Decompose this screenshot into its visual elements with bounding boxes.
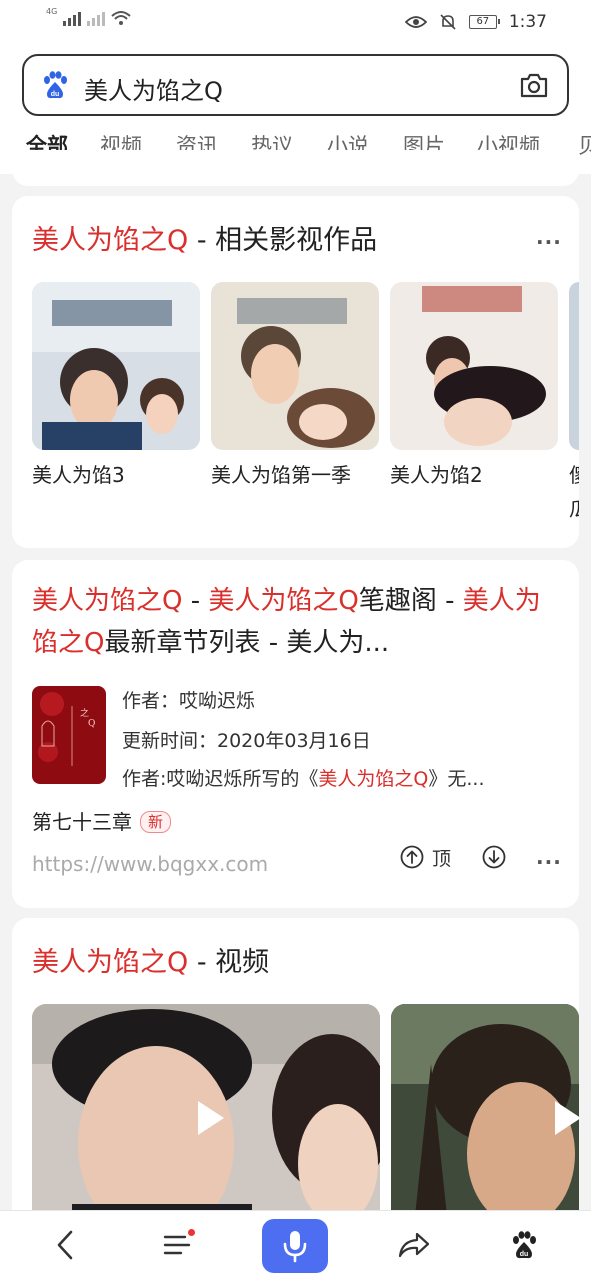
previous-result-card bbox=[12, 150, 579, 186]
title-text: - bbox=[182, 586, 209, 616]
network-type-label: 4G bbox=[46, 7, 58, 16]
film-poster-image bbox=[32, 282, 200, 450]
svg-text:Q: Q bbox=[88, 719, 95, 729]
back-icon bbox=[57, 1230, 73, 1260]
book-description: 作者:哎呦迟烁所写的《美人为馅之Q》无... bbox=[122, 764, 485, 791]
film-poster-image bbox=[211, 282, 379, 450]
battery-icon: 67 bbox=[468, 15, 500, 29]
search-engine-logo-icon[interactable]: du bbox=[40, 70, 70, 100]
film-poster-1[interactable] bbox=[32, 282, 200, 450]
film-poster-2[interactable] bbox=[211, 282, 379, 450]
book-updated-time: 更新时间：2020年03月16日 bbox=[122, 730, 371, 752]
film-poster-3[interactable] bbox=[390, 282, 558, 450]
new-badge: 新 bbox=[140, 811, 172, 833]
thumbs-up-icon bbox=[400, 845, 424, 869]
book-result-card: 美人为馅之Q - 美人为馅之Q笔趣阁 - 美人为馅之Q最新章节列表 - 美人为.… bbox=[12, 560, 579, 908]
share-button[interactable] bbox=[392, 1223, 436, 1267]
film-name[interactable]: 美人为馅2 bbox=[390, 458, 540, 492]
desc-highlight: 美人为馅之Q bbox=[318, 768, 429, 790]
more-icon[interactable]: ··· bbox=[536, 230, 562, 254]
chapter-label: 第七十三章 bbox=[32, 810, 132, 834]
upvote-button[interactable]: 顶 bbox=[400, 842, 451, 872]
svg-text:du: du bbox=[520, 1251, 529, 1258]
paw-icon: du bbox=[513, 1231, 536, 1259]
film-name[interactable]: 美人为馅第一季 bbox=[211, 458, 361, 492]
wifi-icon bbox=[111, 11, 131, 25]
clock: 1:37 bbox=[508, 12, 547, 32]
camera-icon[interactable] bbox=[519, 71, 549, 99]
video-title-highlight: 美人为馅之Q bbox=[32, 947, 189, 978]
title-highlight: 美人为馅之Q bbox=[208, 586, 359, 616]
search-box[interactable]: du 美人为馅之Q bbox=[22, 54, 569, 116]
desc-text: 作者:哎呦迟烁所写的《 bbox=[122, 768, 319, 790]
more-icon[interactable]: ··· bbox=[536, 850, 562, 874]
notification-dot bbox=[188, 1229, 195, 1236]
film-poster-4[interactable] bbox=[569, 282, 579, 450]
downvote-button[interactable] bbox=[482, 842, 506, 872]
share-icon bbox=[398, 1232, 430, 1258]
title-text: 最新章节列表 - 美人为... bbox=[104, 628, 390, 658]
menu-button[interactable] bbox=[155, 1223, 199, 1267]
bottom-navigation: du bbox=[0, 1210, 591, 1280]
svg-text:du: du bbox=[51, 91, 60, 98]
status-right: 67 1:37 bbox=[404, 12, 547, 32]
desc-text: 》无... bbox=[428, 768, 485, 790]
cell-signal-2-icon bbox=[87, 10, 106, 26]
book-result-title[interactable]: 美人为馅之Q - 美人为馅之Q笔趣阁 - 美人为馅之Q最新章节列表 - 美人为.… bbox=[32, 580, 562, 664]
films-card-title[interactable]: 美人为馅之Q - 相关影视作品 bbox=[32, 218, 377, 257]
film-poster-image bbox=[569, 282, 579, 450]
film-poster-image bbox=[390, 282, 558, 450]
film-name[interactable]: 傻瓜 bbox=[569, 458, 579, 526]
menu-icon bbox=[163, 1235, 191, 1255]
films-title-rest: - 相关影视作品 bbox=[188, 225, 378, 256]
book-author: 作者：哎呦迟烁 bbox=[122, 690, 256, 712]
mute-bell-icon bbox=[440, 14, 456, 30]
signal-indicators: 4G bbox=[46, 7, 131, 26]
films-title-highlight: 美人为馅之Q bbox=[32, 225, 189, 256]
voice-search-button[interactable] bbox=[262, 1219, 328, 1273]
title-highlight: 美人为馅之Q bbox=[32, 586, 183, 616]
back-button[interactable] bbox=[44, 1223, 88, 1267]
video-title-rest: - 视频 bbox=[188, 947, 270, 978]
svg-text:之: 之 bbox=[80, 707, 89, 719]
video-result-card: 美人为馅之Q - 视频 bbox=[12, 918, 579, 1248]
search-input[interactable]: 美人为馅之Q bbox=[84, 71, 223, 106]
cell-signal-icon bbox=[63, 10, 82, 26]
thumbs-down-icon bbox=[482, 845, 506, 869]
home-button[interactable]: du bbox=[502, 1223, 546, 1267]
video-card-title[interactable]: 美人为馅之Q - 视频 bbox=[32, 940, 269, 979]
play-icon[interactable] bbox=[198, 1101, 224, 1135]
source-url[interactable]: https://www.bqgxx.com bbox=[32, 852, 268, 876]
tab-more[interactable]: 贝 bbox=[578, 130, 591, 160]
play-icon[interactable] bbox=[555, 1101, 579, 1135]
microphone-icon bbox=[283, 1231, 307, 1263]
title-text: 笔趣阁 - bbox=[358, 586, 463, 616]
related-films-card: 美人为馅之Q - 相关影视作品 ··· 美人为馅3 美人为馅第一季 美人为馅2 bbox=[12, 196, 579, 548]
status-bar: 4G 67 1:37 bbox=[0, 0, 591, 46]
book-cover-image: 之 Q bbox=[32, 686, 106, 784]
latest-chapter-link[interactable]: 第七十三章新 bbox=[32, 806, 172, 835]
book-cover[interactable]: 之 Q bbox=[32, 686, 106, 784]
film-name[interactable]: 美人为馅3 bbox=[32, 458, 182, 492]
upvote-label: 顶 bbox=[432, 847, 452, 870]
eye-icon bbox=[404, 16, 427, 28]
